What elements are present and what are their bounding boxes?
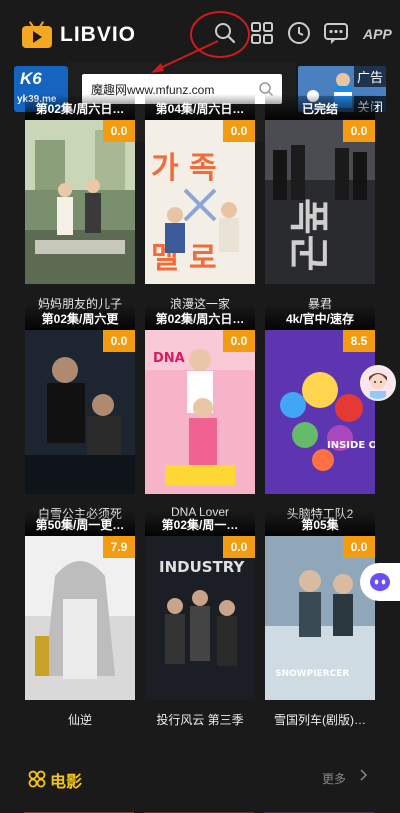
poster-image[interactable] (25, 330, 135, 494)
history-clock-icon[interactable] (284, 18, 314, 48)
app-link[interactable]: APP (363, 26, 392, 42)
next-row-preview (24, 806, 376, 813)
score-badge: 0.0 (343, 536, 375, 558)
poster-image[interactable] (25, 536, 135, 700)
logo[interactable]: LIBVIO (22, 21, 137, 48)
poster-image[interactable]: 폭군 (265, 120, 375, 284)
episode-status: 4k/官中/速存 (265, 304, 375, 330)
episode-status: 第04集/周六日… (145, 94, 255, 120)
episode-status: 第05集 (265, 510, 375, 536)
tv-logo-icon (22, 21, 52, 48)
poster-image[interactable]: DNA (145, 330, 255, 494)
logo-text: LIBVIO (60, 23, 137, 46)
poster-glyph: 폭군 (285, 198, 332, 272)
assistant-avatar[interactable] (360, 365, 396, 401)
poster-badge: INDUSTRY (159, 558, 246, 576)
poster-badge: SNOWPIERCER (275, 669, 349, 679)
poster-image[interactable]: 가 족 멜 로 (145, 120, 255, 284)
poster-image[interactable]: INSIDE OUT 2 (265, 330, 375, 494)
score-badge: 0.0 (343, 120, 375, 142)
episode-status: 第50集/周一更… (25, 510, 135, 536)
ad-brand: K6 (20, 69, 42, 88)
movie-section-header: 电影 更多 (0, 762, 400, 792)
episode-status: 第02集/周六日… (25, 94, 135, 120)
score-badge: 8.5 (343, 330, 375, 352)
poster-image[interactable]: INDUSTRY (145, 536, 255, 700)
score-badge: 0.0 (223, 536, 255, 558)
video-title[interactable]: 雪国列车(剧版)… (259, 711, 381, 728)
section-title: 电影 (50, 774, 83, 791)
grid-icon[interactable] (247, 18, 277, 48)
poster-image[interactable]: SNOWPIERCER (265, 536, 375, 700)
poster-title-top: 가 족 (151, 151, 217, 186)
poster-badge: INSIDE OUT 2 (327, 440, 375, 451)
episode-status: 第02集/周六更 (25, 304, 135, 330)
section-clover-icon (28, 770, 46, 793)
more-link[interactable]: 更多 (322, 770, 346, 787)
message-icon[interactable] (321, 18, 351, 48)
video-title[interactable]: 仙逆 (19, 711, 141, 728)
episode-status: 第02集/周一… (145, 510, 255, 536)
score-badge: 0.0 (223, 330, 255, 352)
episode-status: 第02集/周六日… (145, 304, 255, 330)
score-badge: 0.0 (103, 330, 135, 352)
video-title[interactable]: 投行风云 第三季 (139, 711, 261, 728)
score-badge: 7.9 (103, 536, 135, 558)
score-badge: 0.0 (223, 120, 255, 142)
poster-image[interactable] (25, 120, 135, 284)
score-badge: 0.0 (103, 120, 135, 142)
chatbot-icon[interactable] (360, 563, 400, 601)
annotation-arrow (151, 40, 219, 73)
episode-status: 已完结 (265, 94, 375, 120)
poster-badge: DNA (153, 351, 185, 366)
chevron-right-icon[interactable] (360, 769, 368, 784)
ad-tag: 广告 (353, 66, 386, 87)
